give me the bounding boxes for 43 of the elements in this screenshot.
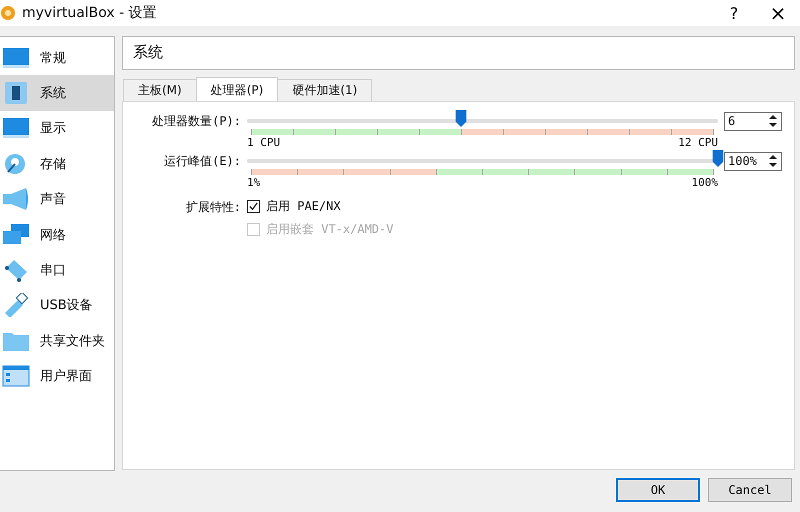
spin-box[interactable]: 100% xyxy=(724,152,782,171)
sidebar-item[interactable]: 共享文件夹 xyxy=(0,323,114,359)
window-icon xyxy=(2,364,30,388)
monitor-icon xyxy=(2,46,30,70)
spin-arrows-icon xyxy=(768,113,778,130)
sidebar-item[interactable]: 网络 xyxy=(0,216,114,252)
help-button[interactable]: ? xyxy=(712,0,756,26)
field-label: 扩展特性: xyxy=(184,198,241,216)
sidebar-item[interactable]: 常规 xyxy=(0,40,114,76)
serial-icon xyxy=(2,258,30,282)
network-icon xyxy=(2,222,30,247)
speaker-icon xyxy=(2,187,30,212)
chip-icon xyxy=(2,81,30,106)
slider-thumb[interactable] xyxy=(712,150,724,167)
slider-thumb[interactable] xyxy=(456,110,467,127)
sidebar-item[interactable]: 显示 xyxy=(0,110,114,146)
checkbox-option[interactable]: 启用 PAE/NX xyxy=(247,198,782,215)
page-title: 系统 xyxy=(122,36,795,70)
spin-arrows-icon xyxy=(768,153,778,170)
max-label: 12 CPU xyxy=(678,136,718,149)
sidebar-item[interactable]: 串口 xyxy=(0,252,114,288)
slider-label: 运行峰值(E): xyxy=(163,152,241,170)
monitor-icon xyxy=(2,116,30,140)
sidebar-item[interactable]: 用户界面 xyxy=(0,358,114,394)
sidebar-item[interactable]: USB设备 xyxy=(0,288,114,324)
spin-box[interactable]: 6 xyxy=(724,112,782,131)
min-label: 1 CPU xyxy=(247,136,280,149)
sidebar-item[interactable]: 系统 xyxy=(0,75,114,111)
min-label: 1% xyxy=(247,176,260,189)
max-label: 100% xyxy=(692,176,718,189)
check-icon xyxy=(248,200,259,212)
sidebar-item[interactable]: 声音 xyxy=(0,182,114,217)
tab[interactable]: 硬件加速(1) xyxy=(277,78,372,101)
sidebar-item[interactable]: 存储 xyxy=(0,146,114,182)
checkbox[interactable] xyxy=(247,200,260,213)
close-button[interactable]: × xyxy=(756,0,800,26)
dialog-button[interactable]: OK xyxy=(616,478,700,502)
dialog-button[interactable]: Cancel xyxy=(708,478,792,502)
tab[interactable]: 处理器(P) xyxy=(196,76,278,101)
window-title: myvirtualBox - 设置 xyxy=(22,4,157,22)
app-icon xyxy=(0,5,16,21)
slider-label: 处理器数量(P): xyxy=(151,112,241,130)
tab[interactable]: 主板(M) xyxy=(123,78,197,101)
